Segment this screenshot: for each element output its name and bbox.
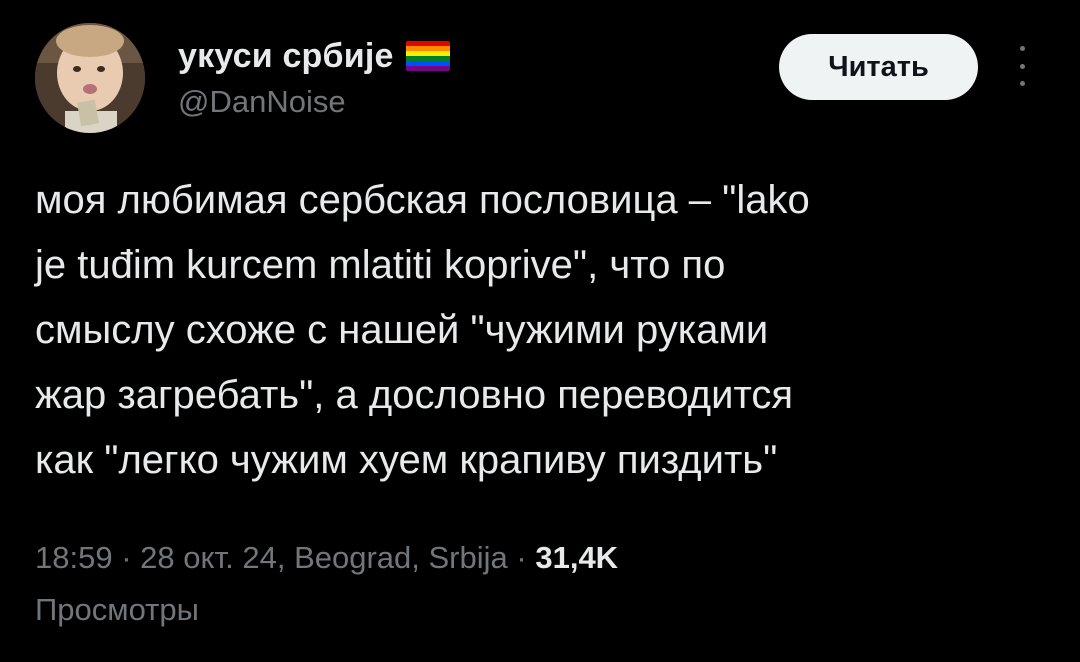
more-options-icon[interactable]	[1010, 46, 1034, 86]
tweet-text-line: как "легко чужим хуем крапиву пиздить"	[35, 438, 778, 482]
flag-stripe	[405, 66, 450, 71]
tweet-text-line: je tuđim kurcem mlatiti koprive", что по	[35, 243, 726, 287]
tweet-text: моя любимая сербская пословица – "lako j…	[35, 168, 1055, 493]
tweet-time[interactable]: 18:59	[35, 540, 113, 575]
author-handle[interactable]: @DanNoise	[178, 84, 450, 120]
tweet-meta: 18:59 · 28 окт. 24, Beograd, Srbija · 31…	[35, 532, 618, 584]
follow-button[interactable]: Читать	[779, 34, 978, 100]
author-block: укуси србије @DanNoise	[178, 34, 450, 120]
tweet-card: укуси србије @DanNoise Читать моя любима…	[0, 0, 1080, 662]
meta-separator: ·	[112, 540, 141, 575]
tweet-text-line: моя любимая сербская пословица – "lako	[35, 178, 810, 222]
meta-separator: ·	[507, 540, 536, 575]
display-name[interactable]: укуси србије	[178, 37, 394, 76]
rainbow-flag-icon	[405, 41, 450, 71]
avatar-image	[35, 23, 145, 133]
more-dot	[1019, 63, 1025, 69]
more-dot	[1019, 81, 1025, 86]
views-count[interactable]: 31,4K	[535, 540, 618, 575]
avatar[interactable]	[35, 23, 145, 133]
views-label[interactable]: Просмотры	[35, 584, 199, 636]
display-name-row: укуси србије	[178, 34, 450, 78]
tweet-date-location[interactable]: 28 окт. 24, Beograd, Srbija	[140, 540, 508, 575]
tweet-text-line: смыслу схоже с нашей "чужими руками	[35, 308, 769, 352]
more-dot	[1019, 46, 1025, 51]
tweet-text-line: жар загребать", а дословно переводится	[35, 373, 793, 417]
